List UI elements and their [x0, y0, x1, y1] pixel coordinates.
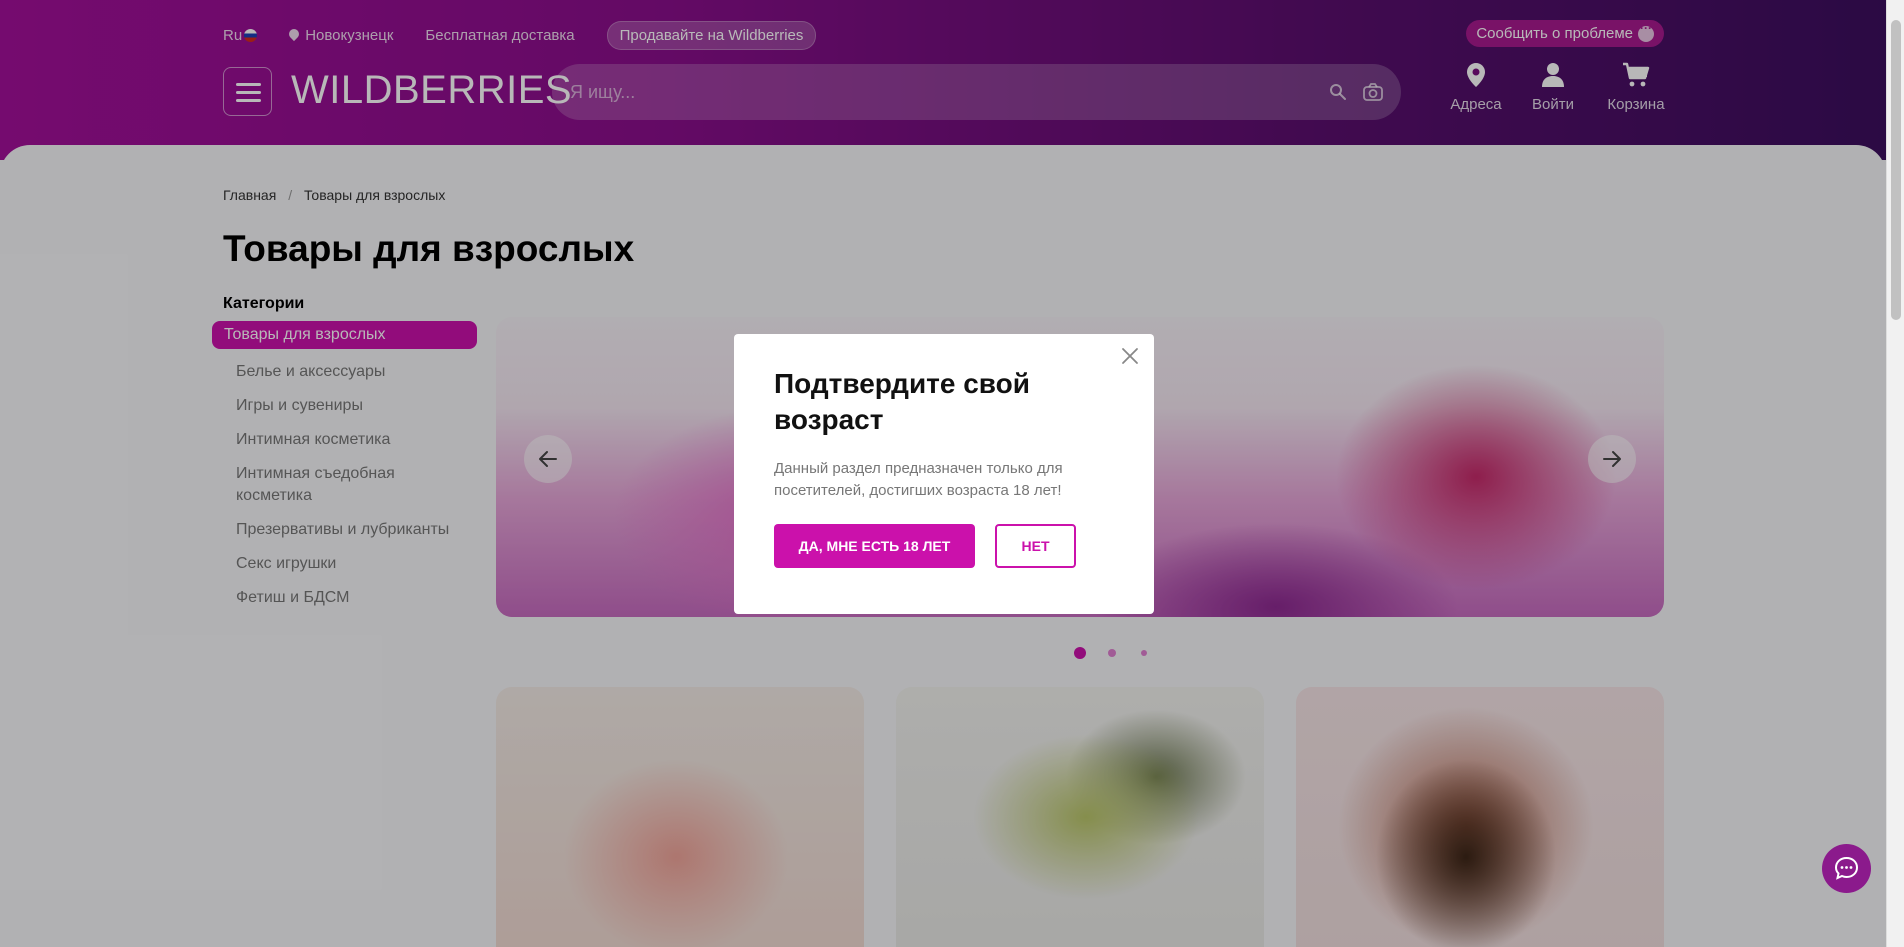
- modal-title: Подтвердите свой возраст: [774, 368, 1030, 435]
- age-confirmation-modal: Подтвердите свой возраст Данный раздел п…: [734, 334, 1154, 614]
- deny-age-button[interactable]: НЕТ: [995, 524, 1076, 568]
- chat-icon: [1834, 856, 1859, 880]
- confirm-age-button[interactable]: ДА, МНЕ ЕСТЬ 18 ЛЕТ: [774, 524, 975, 568]
- modal-description: Данный раздел предназначен только для по…: [774, 460, 1063, 499]
- page-scrollbar[interactable]: [1886, 0, 1904, 947]
- close-icon[interactable]: [1118, 344, 1142, 368]
- scrollbar-thumb[interactable]: [1891, 20, 1901, 320]
- modal-actions: ДА, МНЕ ЕСТЬ 18 ЛЕТ НЕТ: [774, 524, 1114, 568]
- support-chat-button[interactable]: [1822, 844, 1871, 893]
